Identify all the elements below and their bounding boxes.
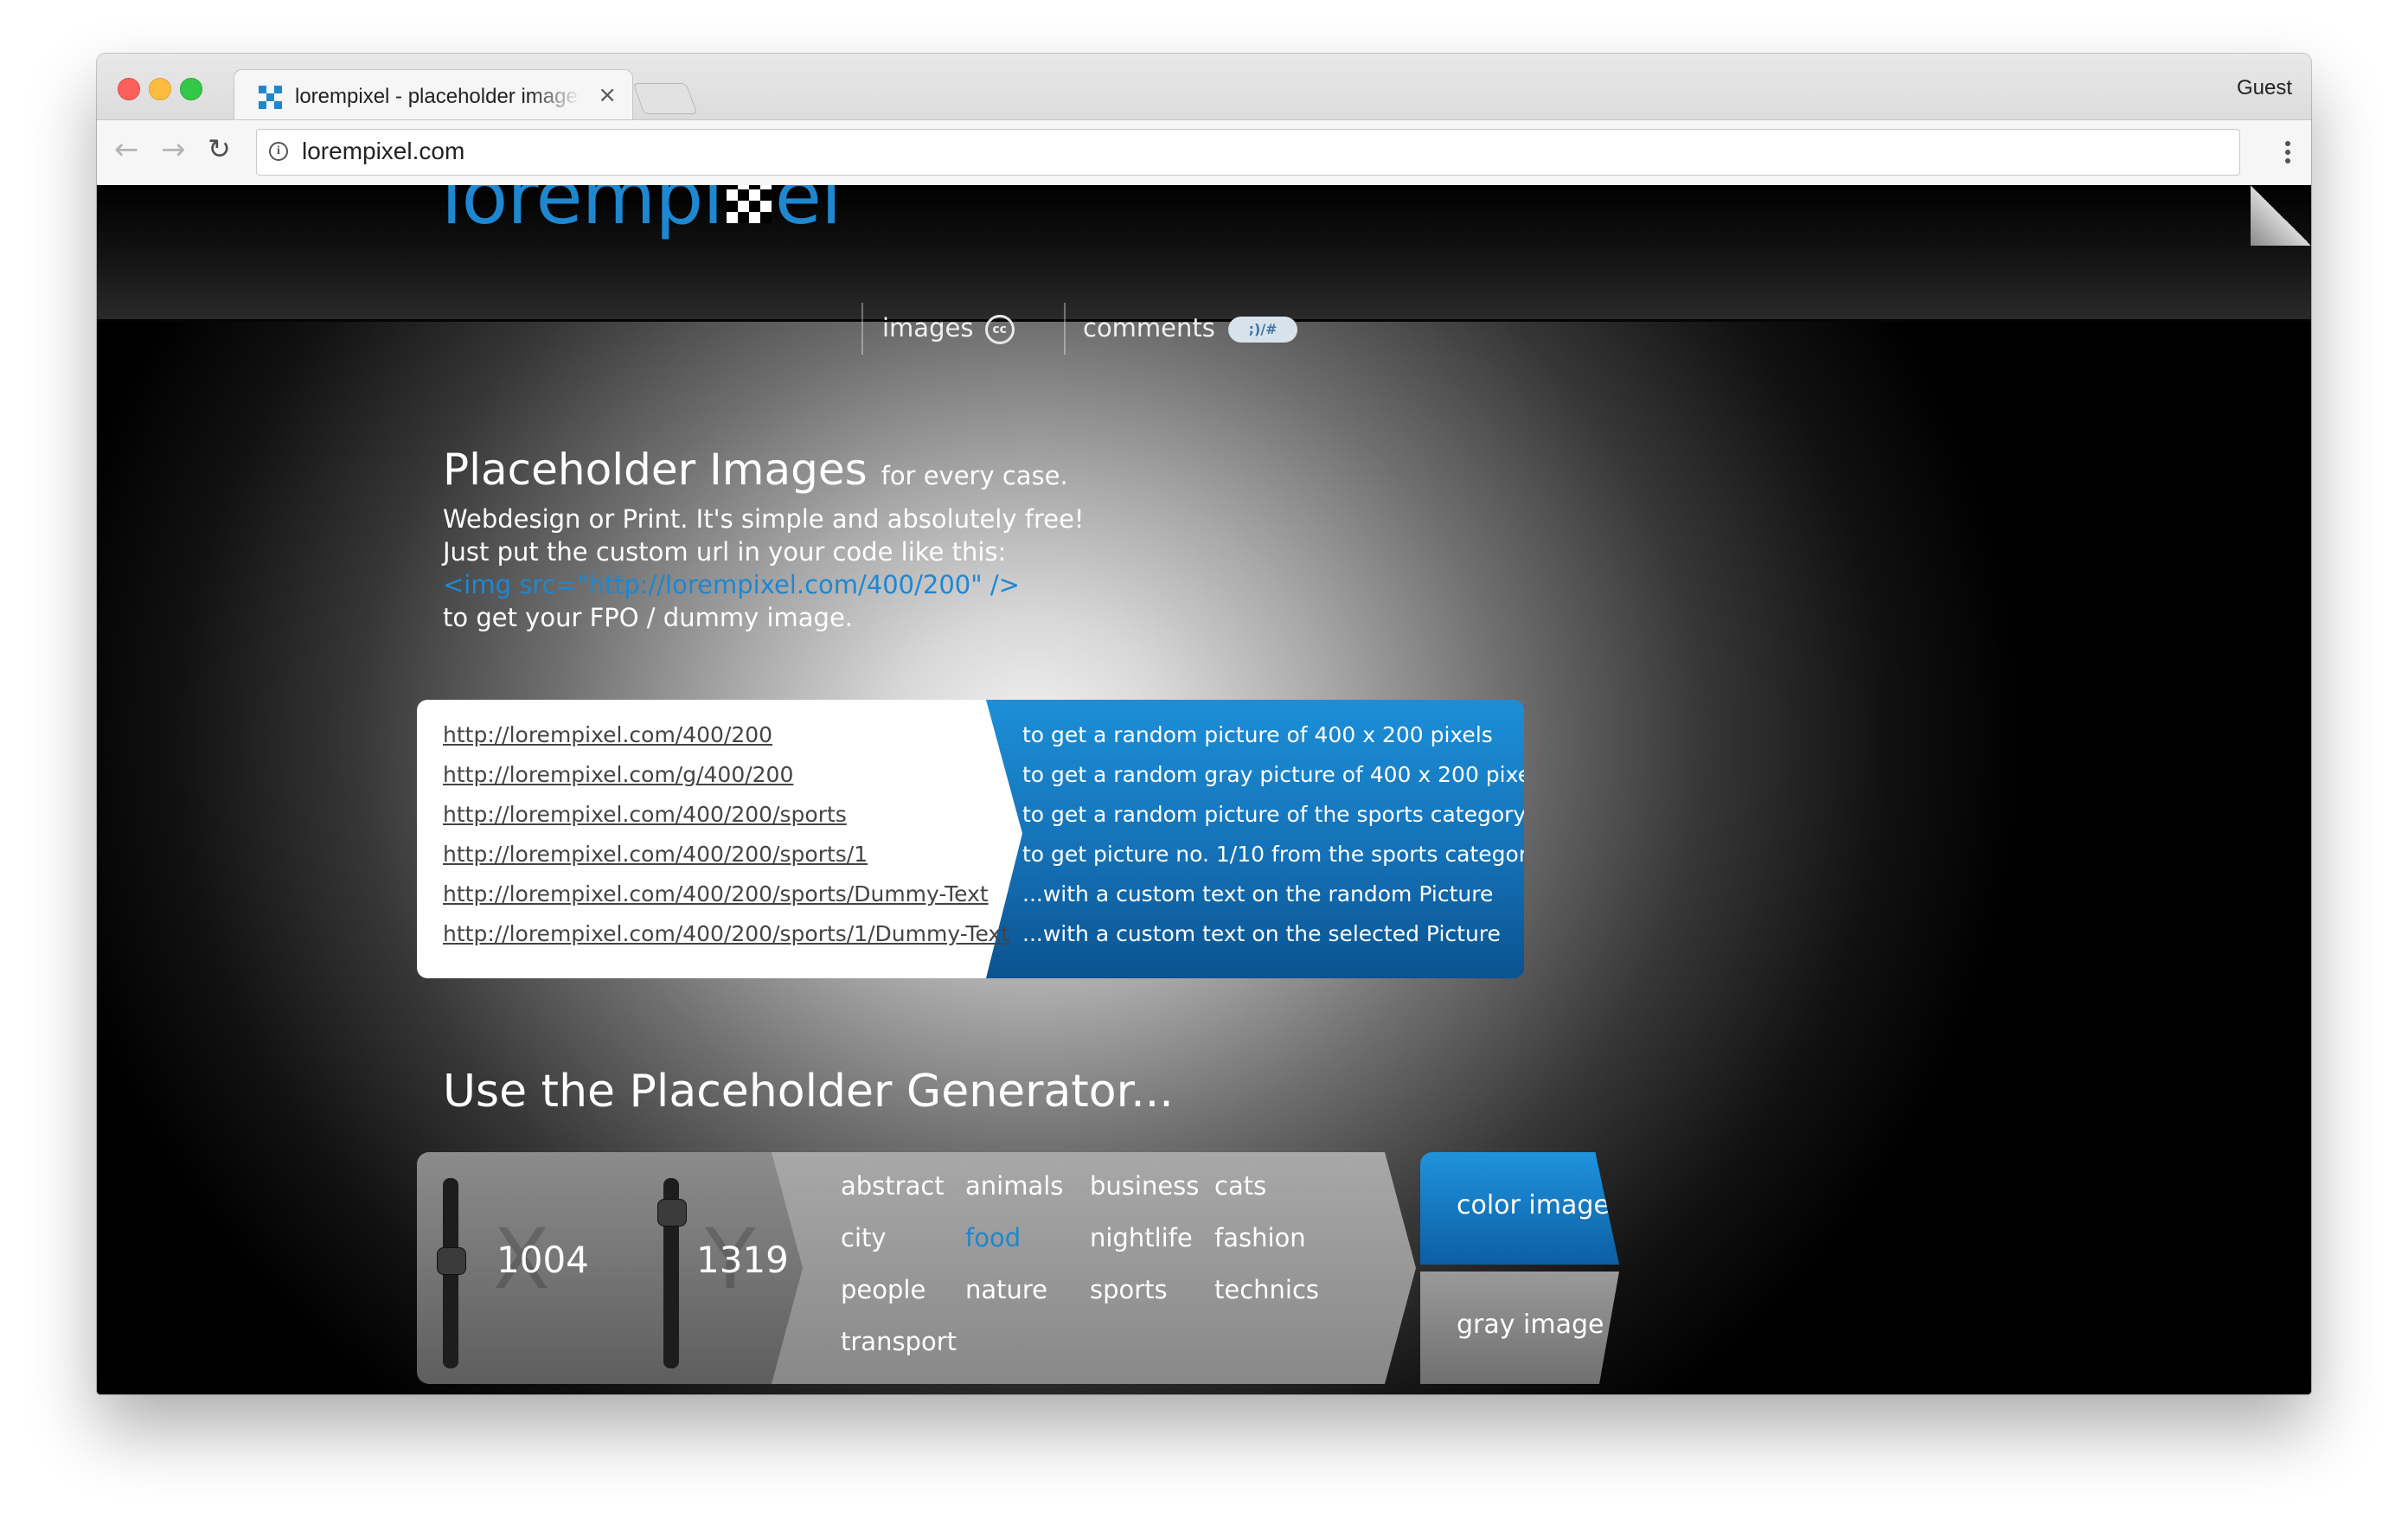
url-text[interactable]: lorempixel.com [302,138,464,165]
site-logo[interactable]: lorempi el [441,185,842,265]
browser-window: lorempixel - placeholder images for ever… [97,54,2311,1394]
example-description: ...with a custom text on the selected Pi… [1022,921,1501,946]
nav-images-label: images [882,313,974,343]
nav-divider [1064,303,1066,355]
height-slider-handle[interactable] [657,1199,687,1227]
example-link[interactable]: http://lorempixel.com/400/200/sports/Dum… [443,874,1009,914]
category-transport[interactable]: transport [841,1327,957,1356]
example-description: to get a random picture of 400 x 200 pix… [1022,722,1493,747]
minimize-window-button[interactable] [149,78,171,100]
tab-close-icon[interactable]: × [598,82,617,108]
intro-line-2: Just put the custom url in your code lik… [443,537,1007,567]
example-description: to get a random gray picture of 400 x 20… [1022,762,1524,787]
code-sample: <img src="http://lorempixel.com/400/200"… [443,570,1020,599]
category-people[interactable]: people [841,1275,925,1304]
nav-comments-label: comments [1083,313,1215,343]
creative-commons-icon: cc [984,315,1015,344]
nav-divider [861,303,863,355]
height-control: Y 1319 [594,1152,806,1384]
maximize-window-button[interactable] [180,78,202,100]
example-link[interactable]: http://lorempixel.com/400/200/sports/1/D… [443,914,1009,954]
example-description: to get picture no. 1/10 from the sports … [1022,842,1524,867]
intro-headline: Placeholder Images for every case. [443,443,1085,503]
page-corner-fold [2251,185,2311,246]
gray-image-button[interactable]: gray image [1420,1272,1619,1384]
category-panel: abstract animals business cats city food… [772,1152,1416,1384]
category-technics[interactable]: technics [1214,1275,1319,1304]
profile-label[interactable]: Guest [2237,76,2292,100]
examples-box: http://lorempixel.com/400/200 http://lor… [417,700,1524,978]
address-bar[interactable]: i lorempixel.com [256,129,2240,176]
headline-suffix: for every case. [881,461,1068,490]
example-link[interactable]: http://lorempixel.com/g/400/200 [443,755,1009,795]
example-description-list: to get a random picture of 400 x 200 pix… [1022,715,1524,954]
nav-comments[interactable]: comments ;)/# [1083,313,1298,343]
logo-text-left: lorempi [441,185,724,241]
intro-text: Placeholder Images for every case. Webde… [443,443,1085,634]
height-slider[interactable] [663,1178,679,1368]
example-link[interactable]: http://lorempixel.com/400/200/sports [443,795,1009,835]
category-food[interactable]: food [965,1223,1021,1252]
generator-title: Use the Placeholder Generator... [443,1066,1174,1118]
info-icon[interactable]: i [269,142,288,161]
speech-bubble-icon: ;)/# [1228,317,1298,343]
color-image-label: color image [1457,1190,1610,1220]
category-city[interactable]: city [841,1223,887,1252]
reload-icon[interactable]: ↻ [208,132,231,165]
gray-image-label: gray image [1457,1310,1604,1340]
category-fashion[interactable]: fashion [1214,1223,1306,1252]
width-value: 1004 [496,1239,589,1281]
category-sports[interactable]: sports [1090,1275,1168,1304]
category-animals[interactable]: animals [965,1171,1063,1201]
favicon-icon [259,86,283,110]
example-link[interactable]: http://lorempixel.com/400/200/sports/1 [443,835,1009,874]
example-url-list: http://lorempixel.com/400/200 http://lor… [443,715,1009,954]
page-content: lorempi el images cc comments ;)/# Placeh… [97,185,2311,1394]
width-slider-handle[interactable] [437,1247,466,1275]
menu-kebab-icon[interactable] [2285,139,2290,165]
intro-line-3: to get your FPO / dummy image. [443,603,854,632]
width-control: X 1004 [417,1152,629,1384]
close-window-button[interactable] [118,78,140,100]
category-abstract[interactable]: abstract [841,1171,945,1201]
intro-line-1: Webdesign or Print. It's simple and abso… [443,504,1085,534]
logo-checker-icon [726,185,772,223]
height-value: 1319 [696,1239,789,1281]
back-arrow-icon[interactable]: ← [114,132,139,167]
site-header: lorempi el [97,185,2311,322]
placeholder-generator: X 1004 Y 1319 abstract animals business … [417,1152,1628,1384]
forward-arrow-icon[interactable]: → [161,132,186,167]
category-cats[interactable]: cats [1214,1171,1266,1201]
category-nightlife[interactable]: nightlife [1090,1223,1193,1252]
category-business[interactable]: business [1090,1171,1199,1201]
logo-text-right: el [774,185,842,241]
example-link[interactable]: http://lorempixel.com/400/200 [443,715,1009,755]
new-tab-button[interactable] [632,83,698,114]
color-image-button[interactable]: color image [1420,1152,1619,1265]
category-nature[interactable]: nature [965,1275,1047,1304]
tab-title: lorempixel - placeholder images for ever… [295,85,580,108]
width-slider[interactable] [443,1178,458,1368]
example-description: to get a random picture of the sports ca… [1022,802,1524,827]
browser-tab[interactable]: lorempixel - placeholder images for ever… [234,69,633,120]
headline-main: Placeholder Images [443,445,868,495]
browser-toolbar: ← → ↻ i lorempixel.com [97,119,2311,187]
nav-images[interactable]: images cc [882,313,1015,344]
tab-strip: lorempixel - placeholder images for ever… [97,54,2311,120]
example-description: ...with a custom text on the random Pict… [1022,881,1494,906]
